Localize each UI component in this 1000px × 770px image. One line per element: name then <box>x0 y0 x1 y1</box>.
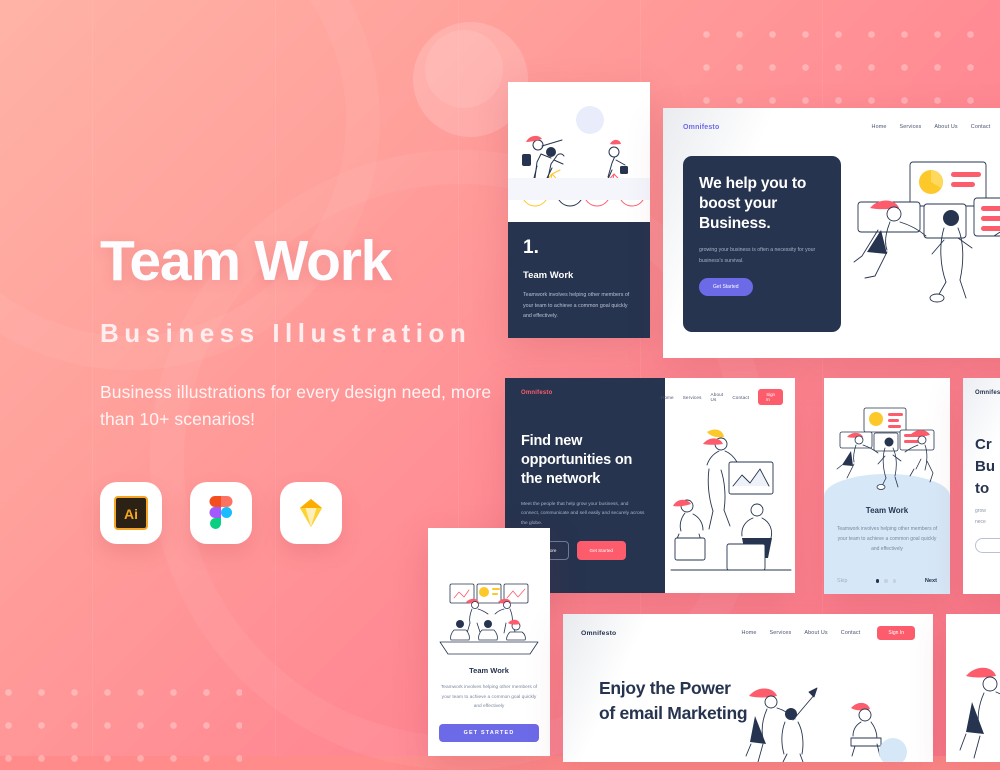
nav-link-contact[interactable]: Contact <box>971 124 991 130</box>
hero-subtitle: Business Illustration <box>100 317 472 348</box>
couple-with-arrow-illustration <box>743 678 933 762</box>
card-body: Meet the people that help grow your busi… <box>521 501 645 526</box>
svg-text:Ai: Ai <box>124 506 138 522</box>
nav-link-services[interactable]: Services <box>770 630 792 636</box>
page-title: Team Work <box>100 229 392 293</box>
nav-link-contact[interactable]: Contact <box>732 395 749 400</box>
brand-logo[interactable]: Omnifesto <box>683 124 719 131</box>
team-presentation-illustration <box>834 406 940 490</box>
brand-logo[interactable]: Omnifesto <box>581 630 616 637</box>
nav-link-about[interactable]: About Us <box>804 630 827 636</box>
card-mobile-getstarted[interactable]: Team Work Teamwork involves helping othe… <box>428 528 550 756</box>
app-icon-row: Ai <box>100 482 342 544</box>
brand-logo[interactable]: Omnifesto <box>975 390 1000 396</box>
dot-active[interactable] <box>875 579 880 583</box>
card-headline: Find new opportunities on the network <box>521 433 633 487</box>
nav-link-about[interactable]: About Us <box>934 124 957 130</box>
nav-link-about[interactable]: About Us <box>711 392 724 402</box>
card-email-marketing[interactable]: Omnifesto Home Services About Us Contact… <box>563 614 933 762</box>
signin-button[interactable]: Sign In <box>758 389 783 405</box>
card-cut-bottom-right[interactable] <box>946 614 1000 762</box>
figma-icon[interactable] <box>190 482 252 544</box>
nav-link-home[interactable]: Home <box>661 395 674 400</box>
nav-link-home[interactable]: Home <box>742 630 757 636</box>
card-body-line-1: grow <box>975 508 986 514</box>
nav-link-home[interactable]: Home <box>872 124 887 130</box>
hero-description: Business illustrations for every design … <box>100 381 492 429</box>
pagination-dots <box>875 579 897 583</box>
illustrator-icon[interactable]: Ai <box>100 482 162 544</box>
hero-panel: We help you to boost your Business. grow… <box>683 156 841 332</box>
get-started-button[interactable]: Get Started <box>699 277 753 296</box>
card-body: growing your business is often a necessi… <box>699 247 816 264</box>
team-desks-illustration <box>436 580 542 658</box>
nav-link-services[interactable]: Services <box>683 395 702 400</box>
card-headline-line-1: Cr <box>975 436 992 453</box>
signin-button[interactable]: Sign In <box>877 626 915 640</box>
card-number: 1. <box>523 237 539 258</box>
cta-button[interactable] <box>975 538 1000 553</box>
card-mobile-onboarding[interactable]: Team Work Teamwork involves helping othe… <box>824 378 950 594</box>
card-body-line-2: nece <box>975 518 986 525</box>
two-cyclists-illustration <box>508 82 650 222</box>
next-button[interactable]: Next <box>925 578 937 584</box>
brand-logo[interactable]: Omnifesto <box>521 390 649 396</box>
card-headline-line-3: to <box>975 479 990 497</box>
people-building-illustration <box>669 414 795 584</box>
card-title: Team Work <box>523 270 574 281</box>
sketch-icon[interactable] <box>280 482 342 544</box>
get-started-button[interactable]: GET STARTED <box>439 724 539 742</box>
card-headline: Enjoy the Power of email Marketing <box>599 678 748 723</box>
bg-dot-grid <box>0 676 242 766</box>
dot[interactable] <box>884 579 888 583</box>
skip-button[interactable]: Skip <box>837 578 848 584</box>
card-teamwork-poster[interactable]: 1. Team Work Teamwork involves helping o… <box>508 82 650 338</box>
bg-decor-circle <box>425 30 503 108</box>
card-headline-line-2: Bu <box>975 457 995 475</box>
nav-link-services[interactable]: Services <box>900 124 922 130</box>
nav-link-contact[interactable]: Contact <box>841 630 861 636</box>
team-presentation-illustration <box>848 148 1000 338</box>
card-title: Team Work <box>865 506 909 515</box>
dot[interactable] <box>892 579 897 583</box>
card-body: Teamwork involves helping other members … <box>836 526 938 552</box>
card-cut-right[interactable]: Omnifesto Cr Bu to grow nece <box>963 378 1000 594</box>
get-started-button[interactable]: Get Started <box>576 541 626 561</box>
hero-section: Team Work Business Illustration Business… <box>100 229 520 433</box>
card-headline: We help you to boost your Business. <box>699 175 807 232</box>
card-body: Teamwork involves helping other members … <box>523 292 630 320</box>
card-body: Teamwork involves helping other members … <box>440 685 538 710</box>
card-boost-business[interactable]: Omnifesto Home Services About Us Contact… <box>663 108 1000 358</box>
card-title: Team Work <box>469 666 509 675</box>
